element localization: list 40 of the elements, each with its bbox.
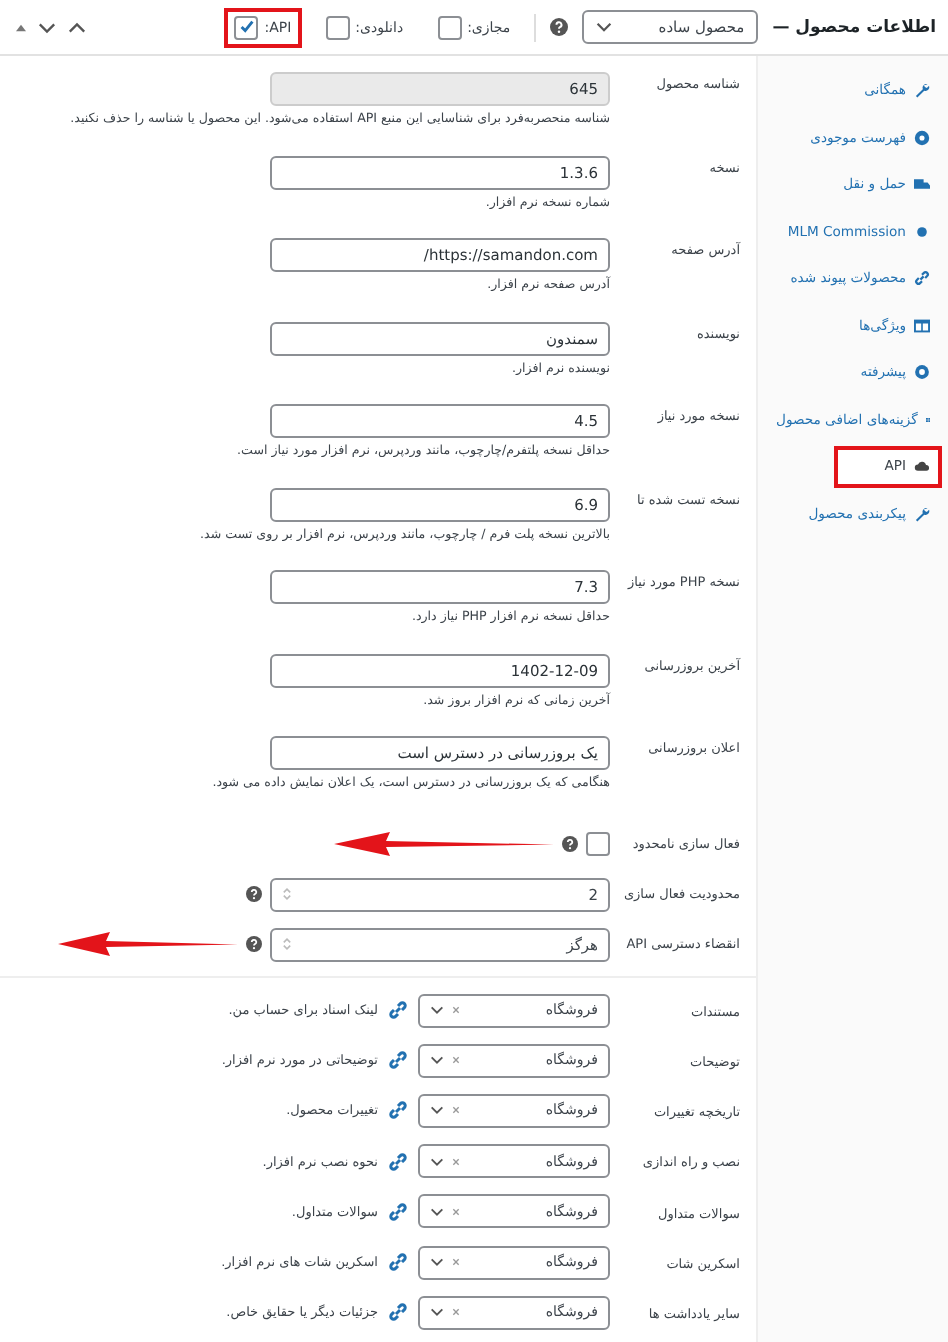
dot-icon <box>914 223 930 239</box>
help-icon[interactable] <box>562 836 578 852</box>
triangle-icon[interactable] <box>16 23 26 31</box>
link-icon[interactable] <box>388 1100 408 1121</box>
clear-icon[interactable] <box>452 1258 460 1267</box>
link-icon[interactable] <box>388 1201 408 1222</box>
chevron-icon <box>596 22 613 32</box>
clear-icon[interactable] <box>452 1106 460 1115</box>
help-icon[interactable] <box>246 886 262 902</box>
checkbox[interactable] <box>234 15 259 39</box>
clear-icon[interactable] <box>452 1056 460 1065</box>
caret-up-icon[interactable] <box>68 21 86 33</box>
chevron-icon <box>430 1056 444 1065</box>
wrench-icon <box>914 505 930 521</box>
clear-icon[interactable] <box>452 1308 460 1317</box>
chevron-icon <box>430 1157 444 1166</box>
link-icon[interactable] <box>388 1000 408 1021</box>
clear-icon[interactable] <box>452 1207 460 1216</box>
cloud-icon <box>914 458 930 474</box>
link-icon[interactable] <box>388 1151 408 1172</box>
chevron-icon <box>430 1106 444 1115</box>
link-icon <box>914 270 930 286</box>
checkbox[interactable] <box>586 832 610 856</box>
clear-icon[interactable] <box>452 1157 460 1166</box>
help-icon[interactable] <box>550 18 569 36</box>
chevron-icon <box>430 1207 444 1216</box>
chevron-icon <box>430 1308 444 1317</box>
checkbox[interactable] <box>325 15 350 39</box>
wrench-icon <box>914 82 930 98</box>
checkbox[interactable] <box>437 15 462 39</box>
table-icon <box>914 317 930 333</box>
link-icon[interactable] <box>388 1302 408 1323</box>
link-icon[interactable] <box>388 1252 408 1273</box>
help-icon[interactable] <box>246 936 262 952</box>
link-icon[interactable] <box>388 1050 408 1071</box>
panel-title: اطلاعات محصول — <box>772 17 936 37</box>
clear-icon[interactable] <box>452 1006 460 1015</box>
caret-down-icon[interactable] <box>38 21 56 33</box>
chevron-icon <box>430 1006 444 1015</box>
chevron-icon <box>430 1258 444 1267</box>
